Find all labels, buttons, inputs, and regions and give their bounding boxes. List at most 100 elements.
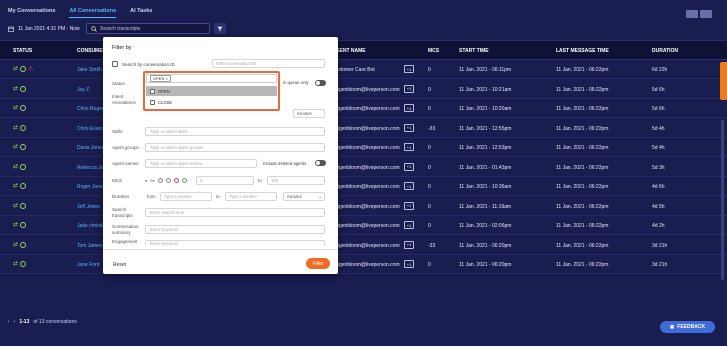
tab-ai-tasks[interactable]: AI Tasks: [130, 8, 152, 18]
consumer-name[interactable]: Jane Ford: [77, 262, 100, 268]
mcs-all-icon[interactable]: ●: [145, 178, 147, 183]
plus-badge: +1: [404, 123, 414, 132]
status-label: Status: [112, 81, 125, 86]
filter-button[interactable]: [214, 23, 226, 34]
prev-page-icon[interactable]: ‹: [8, 319, 10, 325]
queue-only-toggle[interactable]: [315, 80, 326, 86]
mcs-happy-icon[interactable]: [181, 178, 187, 183]
status-select[interactable]: OPEN ×: [146, 74, 277, 83]
col-start-time[interactable]: START TIME: [459, 48, 489, 54]
consumer-name[interactable]: Davis Jones: [77, 145, 104, 151]
consumer-name[interactable]: Joy Z: [77, 87, 89, 93]
mcs-from-input[interactable]: 0: [196, 176, 254, 185]
mcs-value: 0: [428, 106, 431, 112]
include-deleted-toggle[interactable]: [315, 160, 326, 166]
mcs-value: 0: [428, 86, 431, 93]
tab-my-conversations[interactable]: My Conversations: [8, 8, 55, 18]
status-open-checkbox[interactable]: [150, 88, 155, 94]
last-message-time: 11 Jan. 2021 - 06:22pm: [556, 242, 609, 249]
col-mcs[interactable]: MCS: [428, 48, 439, 54]
mcs-value: 0: [428, 223, 431, 229]
search-input[interactable]: Search transcripts: [86, 23, 210, 34]
plus-badge: +1: [404, 162, 414, 171]
duration-from-input[interactable]: Type a number: [160, 192, 212, 201]
mcs-to-input[interactable]: 100: [267, 176, 325, 185]
agent-names-input[interactable]: Type or select agent names: [145, 159, 257, 168]
intent-label: Intent Annotations: [112, 94, 136, 105]
bot-status-icon: [20, 124, 27, 131]
consumer-name[interactable]: Jeff Jones: [77, 204, 100, 210]
status-dropdown[interactable]: OPEN × OPEN CLOSE: [143, 71, 280, 111]
summary-input[interactable]: Enter keyword: [145, 225, 325, 234]
search-transcripts-label: Search transcripts: [112, 207, 133, 218]
duration-unit-select-top[interactable]: minutes: [293, 109, 325, 118]
consumer-name[interactable]: Tom James: [77, 243, 103, 249]
mcs-scale[interactable]: ● All: [145, 178, 187, 183]
search-term-input[interactable]: Enter search term: [145, 208, 325, 217]
consumer-name[interactable]: Jake Smith: [77, 67, 102, 73]
status-chip-open[interactable]: OPEN ×: [150, 75, 171, 82]
status-option-close[interactable]: CLOSE: [146, 97, 277, 107]
search-placeholder: Search transcripts: [100, 25, 141, 32]
apply-filter-button[interactable]: Filter: [306, 258, 330, 269]
duration: 4d 5h: [652, 203, 665, 210]
agent-name: rfaigenbloom@liveperson.com: [332, 203, 400, 210]
reset-button[interactable]: Reset: [113, 262, 126, 268]
mcs-label: MCS: [112, 178, 122, 183]
col-last-message-time[interactable]: LAST MESSAGE TIME: [556, 48, 609, 54]
duration-to-label: to: [216, 194, 220, 199]
conversation-id-input[interactable]: Enter conversation ID: [212, 59, 325, 68]
status-icons: ⇄: [13, 202, 27, 209]
mcs-neutral-icon[interactable]: [165, 178, 171, 183]
grid-view-icon[interactable]: [686, 10, 698, 18]
date-range-picker[interactable]: 11 Jan 2021 4:31 PM - Now: [8, 26, 80, 32]
pagination: ‹ › 1-13 of 13 conversations: [8, 319, 77, 325]
bot-status-icon: [20, 105, 27, 111]
duration-unit-select[interactable]: minutes ⌄: [283, 192, 325, 201]
status-icons: ⇄: [13, 124, 27, 131]
bot-status-icon: [20, 183, 27, 189]
consumer-name[interactable]: Chris Rogers: [77, 106, 106, 112]
feedback-button[interactable]: ◉ FEEDBACK: [660, 321, 715, 333]
mcs-negative-icon[interactable]: [157, 178, 163, 183]
duration-to-placeholder: Type a number: [229, 194, 257, 199]
search-term-placeholder: Enter search term: [150, 210, 185, 215]
duration: 3d 21h: [652, 242, 668, 249]
search-by-id-row: Search by conversation ID: [112, 61, 175, 67]
list-view-icon[interactable]: [700, 10, 712, 18]
alert-icon: ⚠: [28, 66, 34, 72]
view-toggle[interactable]: [686, 10, 712, 18]
mcs-sad-icon[interactable]: [173, 178, 179, 183]
engagement-label: Engagement: [112, 239, 138, 244]
start-time: 11 Jan. 2021 - 01:43pm: [459, 164, 512, 171]
status-option-open[interactable]: OPEN: [146, 86, 277, 96]
conversation-id-placeholder: Enter conversation ID: [216, 61, 257, 66]
col-duration[interactable]: DURATION: [652, 48, 678, 54]
scrollbar[interactable]: [721, 120, 724, 280]
transfer-icon: ⇄: [13, 261, 19, 267]
col-consumer[interactable]: CONSUMER: [77, 48, 106, 54]
plus-badge: +1: [404, 84, 414, 93]
page-next-icon[interactable]: ›: [14, 319, 16, 325]
transfer-icon: ⇄: [13, 241, 19, 248]
search-by-id-checkbox[interactable]: [112, 61, 118, 67]
status-icons: ⇄: [13, 261, 27, 267]
tab-all-conversations[interactable]: All Conversations: [69, 8, 117, 18]
mcs-value: 0: [428, 262, 431, 268]
side-panel-tab[interactable]: [720, 62, 727, 100]
agent-groups-input[interactable]: Type or select agent groups: [145, 143, 325, 152]
skills-label: Skills: [112, 129, 123, 134]
mcs-value: 0: [428, 145, 431, 151]
status-close-checkbox[interactable]: [150, 99, 155, 105]
duration-to-input[interactable]: Type a number: [225, 192, 277, 201]
status-icons: ⇄: [13, 144, 27, 150]
duration: 6d 22h: [652, 67, 668, 73]
engagement-input[interactable]: Enter keyword: [145, 240, 325, 246]
consumer-name[interactable]: Roger Jones: [77, 184, 105, 190]
col-status[interactable]: STATUS: [13, 48, 32, 54]
skills-input[interactable]: Type or select skills: [145, 127, 325, 136]
duration: 5d 6h: [652, 106, 665, 112]
mcs-from-value: 0: [200, 178, 203, 183]
start-time: 11 Jan. 2021 - 02:06pm: [459, 223, 512, 229]
consumer-name[interactable]: Chris Evans: [77, 126, 104, 132]
